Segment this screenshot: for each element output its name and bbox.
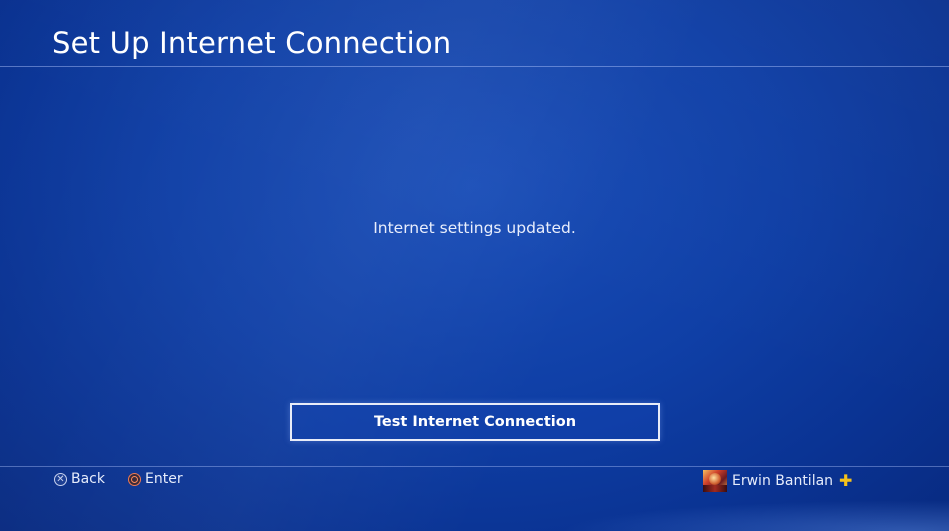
circle-button-icon bbox=[128, 472, 141, 486]
user-name: Erwin Bantilan bbox=[732, 473, 834, 489]
test-internet-connection-label: Test Internet Connection bbox=[373, 414, 577, 430]
background-sheen bbox=[0, 0, 949, 531]
cross-button-icon: ✕ bbox=[54, 472, 67, 486]
avatar bbox=[703, 470, 727, 492]
user-profile: Erwin Bantilan ✚ bbox=[703, 470, 852, 492]
back-label: Back bbox=[71, 471, 105, 487]
back-hint[interactable]: ✕ Back bbox=[54, 471, 105, 487]
footer-bar: ✕ Back Enter Erwin Bantilan ✚ bbox=[0, 470, 949, 492]
status-message: Internet settings updated. bbox=[373, 219, 576, 237]
title-divider bbox=[0, 66, 949, 67]
page-title: Set Up Internet Connection bbox=[52, 26, 452, 60]
enter-hint[interactable]: Enter bbox=[128, 471, 183, 487]
test-internet-connection-button[interactable]: Test Internet Connection bbox=[290, 403, 660, 441]
enter-label: Enter bbox=[145, 471, 183, 487]
footer-divider bbox=[0, 466, 949, 467]
bottom-glow bbox=[560, 500, 949, 531]
playstation-plus-icon: ✚ bbox=[839, 471, 853, 490]
